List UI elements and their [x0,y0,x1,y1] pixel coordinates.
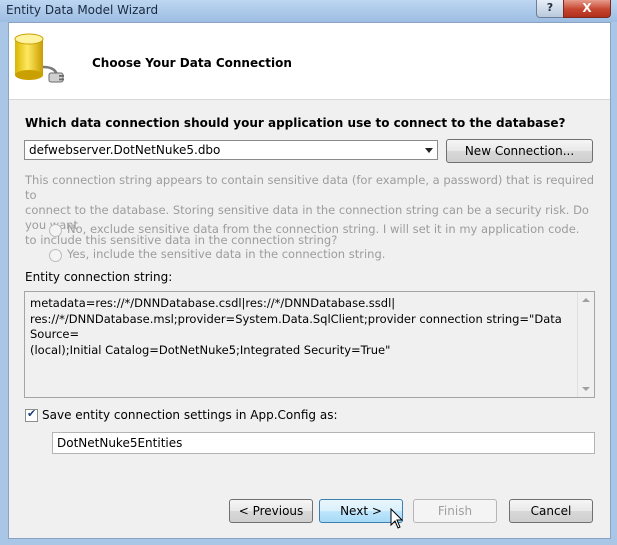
save-settings-label: Save entity connection settings in App.C… [42,408,338,422]
wizard-dialog: Choose Your Data Connection Which data c… [8,22,611,539]
scroll-up-arrow-icon[interactable] [582,298,590,302]
data-connection-dropdown[interactable]: defwebserver.DotNetNuke5.dbo [24,140,438,160]
cancel-button[interactable]: Cancel [509,499,593,523]
exclude-sensitive-label: No, exclude sensitive data from the conn… [67,222,580,236]
close-button[interactable]: X [563,0,611,18]
mouse-pointer-icon [390,508,404,529]
vertical-scrollbar[interactable] [577,292,594,397]
sensitive-data-info: This connection string appears to contai… [25,173,595,248]
help-button[interactable]: ? [536,0,564,18]
database-connection-icon [14,33,64,83]
entity-connection-string-text: metadata=res://*/DNNDatabase.csdl|res://… [30,296,562,357]
config-name-value: DotNetNuke5Entities [57,436,183,450]
entity-connection-string-box[interactable]: metadata=res://*/DNNDatabase.csdl|res://… [24,291,595,398]
exclude-sensitive-radio[interactable] [49,224,62,237]
save-settings-checkbox[interactable]: ✔ [25,407,38,422]
connection-question: Which data connection should your applic… [25,116,566,130]
wizard-header: Choose Your Data Connection [9,23,610,100]
include-sensitive-radio[interactable] [49,249,62,262]
scroll-down-arrow-icon[interactable] [582,387,590,391]
new-connection-button[interactable]: New Connection... [446,139,593,163]
checkmark-icon: ✔ [27,407,37,420]
chevron-down-icon [425,148,433,153]
config-name-input[interactable]: DotNetNuke5Entities [52,432,595,454]
entity-connection-label: Entity connection string: [25,270,173,284]
sensitive-info-line-1: This connection string appears to contai… [25,173,595,202]
include-sensitive-label: Yes, include the sensitive data in the c… [67,247,386,261]
previous-button[interactable]: < Previous [229,499,313,523]
data-connection-value: defwebserver.DotNetNuke5.dbo [29,143,221,157]
page-title: Choose Your Data Connection [92,56,292,70]
finish-button[interactable]: Finish [413,499,497,523]
title-bar[interactable]: Entity Data Model Wizard ? X [0,0,617,22]
window-title: Entity Data Model Wizard [6,3,159,17]
